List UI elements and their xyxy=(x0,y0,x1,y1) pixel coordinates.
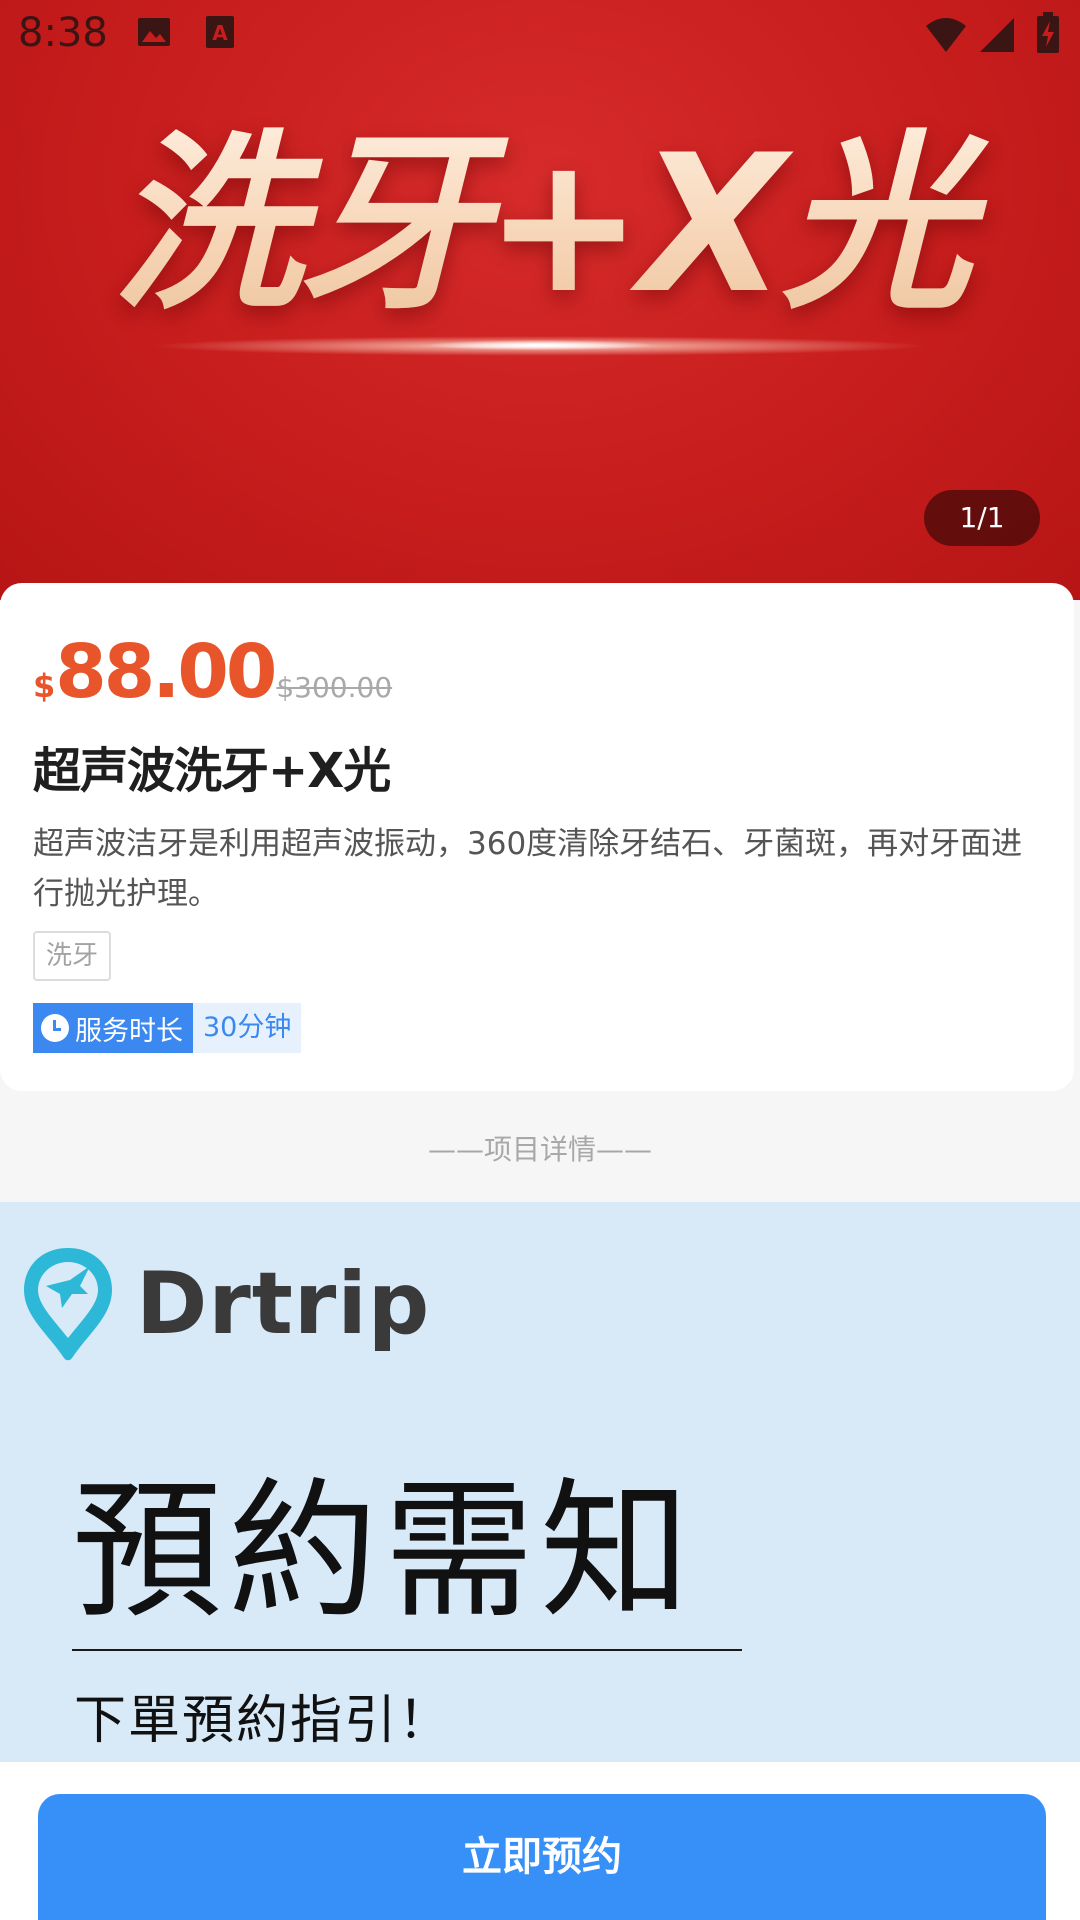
duration-value: 30分钟 xyxy=(193,1003,302,1053)
signal-icon xyxy=(978,16,1016,58)
product-description: 超声波洁牙是利用超声波振动，360度清除牙结石、牙菌斑，再对牙面进行抛光护理。 xyxy=(33,826,1023,912)
brand-name: Drtrip xyxy=(136,1254,431,1354)
hero-light-flare-core xyxy=(430,340,650,350)
status-time: 8:38 xyxy=(18,10,108,56)
product-card: $88.00$300.00 超声波洗牙+X光 超声波洁牙是利用超声波振动，360… xyxy=(0,583,1074,1091)
service-duration: 服务时长 30分钟 xyxy=(33,1003,302,1053)
battery-charging-icon xyxy=(1036,12,1060,58)
status-bar: 8:38 A xyxy=(0,0,1080,72)
font-a-icon: A xyxy=(204,14,236,54)
product-name: 超声波洗牙+X光 xyxy=(33,743,391,799)
book-now-button[interactable]: 立即预约 xyxy=(38,1794,1046,1920)
price-currency: $ xyxy=(33,667,56,705)
duration-label: 服务时长 xyxy=(75,1015,183,1047)
drtrip-logo-icon xyxy=(18,1242,118,1368)
hero-title: 洗牙+X光 xyxy=(0,70,1080,345)
clock-icon xyxy=(41,1014,69,1042)
notice-title: 預約需知 xyxy=(72,1465,697,1639)
notice-subtitle: 下單預約指引！ xyxy=(74,1691,453,1751)
original-price: $300.00 xyxy=(276,671,393,704)
svg-text:A: A xyxy=(212,21,228,45)
category-tag: 洗牙 xyxy=(33,931,112,981)
duration-label-box: 服务时长 xyxy=(33,1003,193,1053)
price-row: $88.00$300.00 xyxy=(33,629,392,719)
image-icon xyxy=(136,14,172,54)
wifi-icon xyxy=(924,14,968,58)
price-value: 88.00 xyxy=(55,629,277,715)
screen: 洗牙+X光 1/1 8:38 A $88.00$300.00 超声波洗牙+X光 … xyxy=(0,0,1080,1920)
bottom-action-bar: 立即预约 xyxy=(0,1762,1080,1920)
banner-pager: 1/1 xyxy=(924,490,1040,546)
hero-banner[interactable]: 洗牙+X光 1/1 xyxy=(0,0,1080,600)
section-title-project-details: ——项目详情—— xyxy=(427,1133,652,1166)
notice-divider xyxy=(72,1649,742,1651)
details-image: Drtrip 預約需知 下單預約指引！ xyxy=(0,1202,1080,1762)
